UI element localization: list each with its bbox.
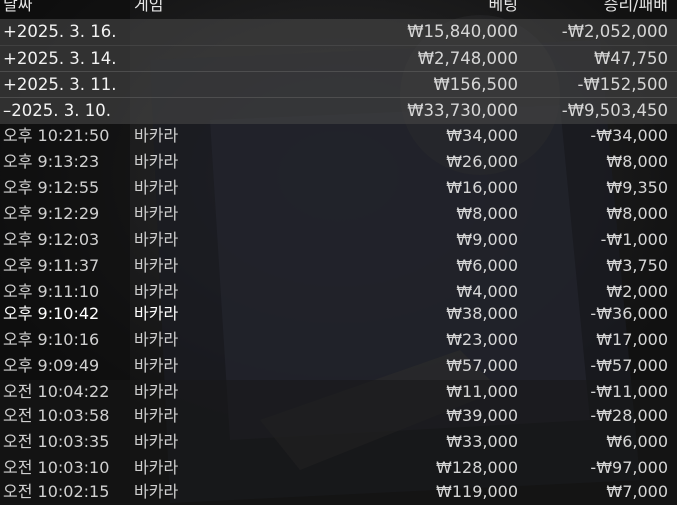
day-bet-total: ₩156,500 [433, 75, 518, 94]
round-bet: ₩6,000 [456, 256, 518, 275]
round-row[interactable]: 오전 10:02:15 바카라 ₩119,000 ₩7,000 [0, 479, 677, 505]
round-game: 바카라 [134, 406, 179, 425]
header-game: 게임 [134, 0, 164, 14]
round-result: ₩6,000 [606, 432, 668, 451]
round-game: 바카라 [134, 482, 179, 501]
round-time: 오후 9:12:55 [3, 178, 100, 197]
round-time: 오후 9:12:03 [3, 230, 100, 249]
round-result: -₩97,000 [590, 458, 668, 477]
day-date: +2025. 3. 16. [3, 22, 117, 41]
round-game: 바카라 [134, 356, 179, 375]
round-row-highlighted[interactable]: 오후 9:10:42 바카라 ₩38,000 -₩36,000 [0, 301, 677, 327]
day-bet-total: ₩33,730,000 [407, 101, 518, 120]
round-time: 오전 10:03:58 [3, 406, 110, 425]
round-row[interactable]: 오전 10:03:10 바카라 ₩128,000 -₩97,000 [0, 455, 677, 481]
round-row[interactable]: 오후 9:10:16 바카라 ₩23,000 ₩17,000 [0, 327, 677, 353]
round-bet: ₩33,000 [446, 432, 518, 451]
round-result: -₩28,000 [590, 406, 668, 425]
round-row[interactable]: 오후 10:21:50 바카라 ₩34,000 -₩34,000 [0, 123, 677, 149]
round-game: 바카라 [134, 382, 179, 401]
round-row[interactable]: 오후 9:13:23 바카라 ₩26,000 ₩8,000 [0, 149, 677, 175]
round-result: ₩8,000 [606, 152, 668, 171]
day-date: –2025. 3. 10. [3, 101, 111, 120]
round-bet: ₩26,000 [446, 152, 518, 171]
round-game: 바카라 [134, 256, 179, 275]
round-time: 오후 10:21:50 [3, 126, 110, 145]
round-time: 오후 9:12:29 [3, 204, 100, 223]
betting-history-table: 날짜 게임 베팅 승리/패배 +2025. 3. 16. ₩15,840,000… [0, 0, 677, 503]
round-game: 바카라 [134, 330, 179, 349]
round-row[interactable]: 오후 9:12:55 바카라 ₩16,000 ₩9,350 [0, 175, 677, 201]
day-group-row[interactable]: +2025. 3. 11. ₩156,500 -₩152,500 [0, 71, 677, 98]
round-row[interactable]: 오후 9:11:37 바카라 ₩6,000 ₩3,750 [0, 253, 677, 279]
round-row[interactable]: 오후 9:09:49 바카라 ₩57,000 -₩57,000 [0, 353, 677, 379]
round-bet: ₩38,000 [446, 304, 518, 323]
round-time: 오후 9:11:37 [3, 256, 100, 275]
day-date: +2025. 3. 14. [3, 49, 117, 68]
round-game: 바카라 [134, 432, 179, 451]
round-time: 오전 10:04:22 [3, 382, 110, 401]
round-row[interactable]: 오전 10:04:22 바카라 ₩11,000 -₩11,000 [0, 379, 677, 405]
day-result-total: ₩47,750 [593, 49, 668, 68]
header-result: 승리/패배 [603, 0, 668, 14]
header-date: 날짜 [3, 0, 33, 14]
round-result: ₩17,000 [596, 330, 668, 349]
round-game: 바카라 [134, 178, 179, 197]
round-bet: ₩9,000 [456, 230, 518, 249]
round-result: -₩57,000 [590, 356, 668, 375]
round-bet: ₩8,000 [456, 204, 518, 223]
day-group-row-expanded[interactable]: –2025. 3. 10. ₩33,730,000 -₩9,503,450 [0, 97, 677, 124]
round-bet: ₩16,000 [446, 178, 518, 197]
round-result: ₩8,000 [606, 204, 668, 223]
round-result: -₩1,000 [600, 230, 668, 249]
round-bet: ₩128,000 [436, 458, 518, 477]
table-header: 날짜 게임 베팅 승리/패배 [0, 0, 677, 18]
round-game: 바카라 [134, 304, 179, 323]
round-time: 오전 10:02:15 [3, 482, 110, 501]
day-bet-total: ₩15,840,000 [407, 22, 518, 41]
round-bet: ₩23,000 [446, 330, 518, 349]
day-date: +2025. 3. 11. [3, 75, 117, 94]
round-game: 바카라 [134, 126, 179, 145]
header-bet: 베팅 [488, 0, 518, 14]
round-game: 바카라 [134, 230, 179, 249]
round-result: ₩7,000 [606, 482, 668, 501]
round-time: 오전 10:03:35 [3, 432, 110, 451]
round-game: 바카라 [134, 458, 179, 477]
round-game: 바카라 [134, 204, 179, 223]
round-bet: ₩57,000 [446, 356, 518, 375]
round-row[interactable]: 오전 10:03:58 바카라 ₩39,000 -₩28,000 [0, 403, 677, 429]
round-result: -₩36,000 [590, 304, 668, 323]
round-bet: ₩11,000 [446, 382, 518, 401]
day-result-total: -₩9,503,450 [561, 101, 668, 120]
round-bet: ₩119,000 [436, 482, 518, 501]
round-row[interactable]: 오전 10:03:35 바카라 ₩33,000 ₩6,000 [0, 429, 677, 455]
round-result: ₩3,750 [606, 256, 668, 275]
day-group-row[interactable]: +2025. 3. 14. ₩2,748,000 ₩47,750 [0, 45, 677, 72]
round-bet: ₩34,000 [446, 126, 518, 145]
round-time: 오전 10:03:10 [3, 458, 110, 477]
round-game: 바카라 [134, 152, 179, 171]
day-result-total: -₩2,052,000 [561, 22, 668, 41]
round-time: 오후 9:09:49 [3, 356, 100, 375]
day-group-row[interactable]: +2025. 3. 16. ₩15,840,000 -₩2,052,000 [0, 19, 677, 45]
day-bet-total: ₩2,748,000 [417, 49, 518, 68]
round-result: ₩9,350 [606, 178, 668, 197]
round-row[interactable]: 오후 9:12:03 바카라 ₩9,000 -₩1,000 [0, 227, 677, 253]
round-time: 오후 9:13:23 [3, 152, 100, 171]
round-result: -₩34,000 [590, 126, 668, 145]
round-time: 오후 9:10:16 [3, 330, 100, 349]
round-result: -₩11,000 [590, 382, 668, 401]
day-result-total: -₩152,500 [577, 75, 668, 94]
round-row[interactable]: 오후 9:12:29 바카라 ₩8,000 ₩8,000 [0, 201, 677, 227]
round-time: 오후 9:10:42 [3, 304, 100, 323]
round-bet: ₩39,000 [446, 406, 518, 425]
